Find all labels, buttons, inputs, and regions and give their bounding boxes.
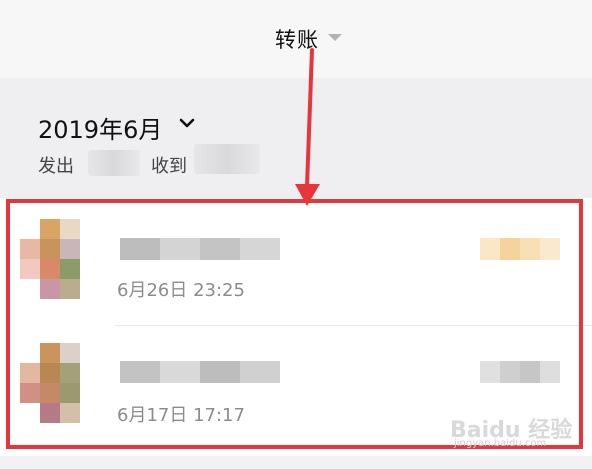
annotation-arrow-icon — [295, 48, 320, 206]
chevron-down-icon[interactable] — [178, 114, 196, 132]
month-selector[interactable]: 2019年6月 — [38, 110, 162, 145]
received-label: 收到 — [151, 156, 187, 177]
sent-label: 发出 — [38, 156, 74, 177]
sent-amount-blurred — [88, 150, 140, 176]
dropdown-caret-icon[interactable] — [328, 34, 342, 41]
received-amount-blurred — [194, 144, 260, 174]
watermark-url: jingyan.baidu.com — [454, 438, 547, 449]
